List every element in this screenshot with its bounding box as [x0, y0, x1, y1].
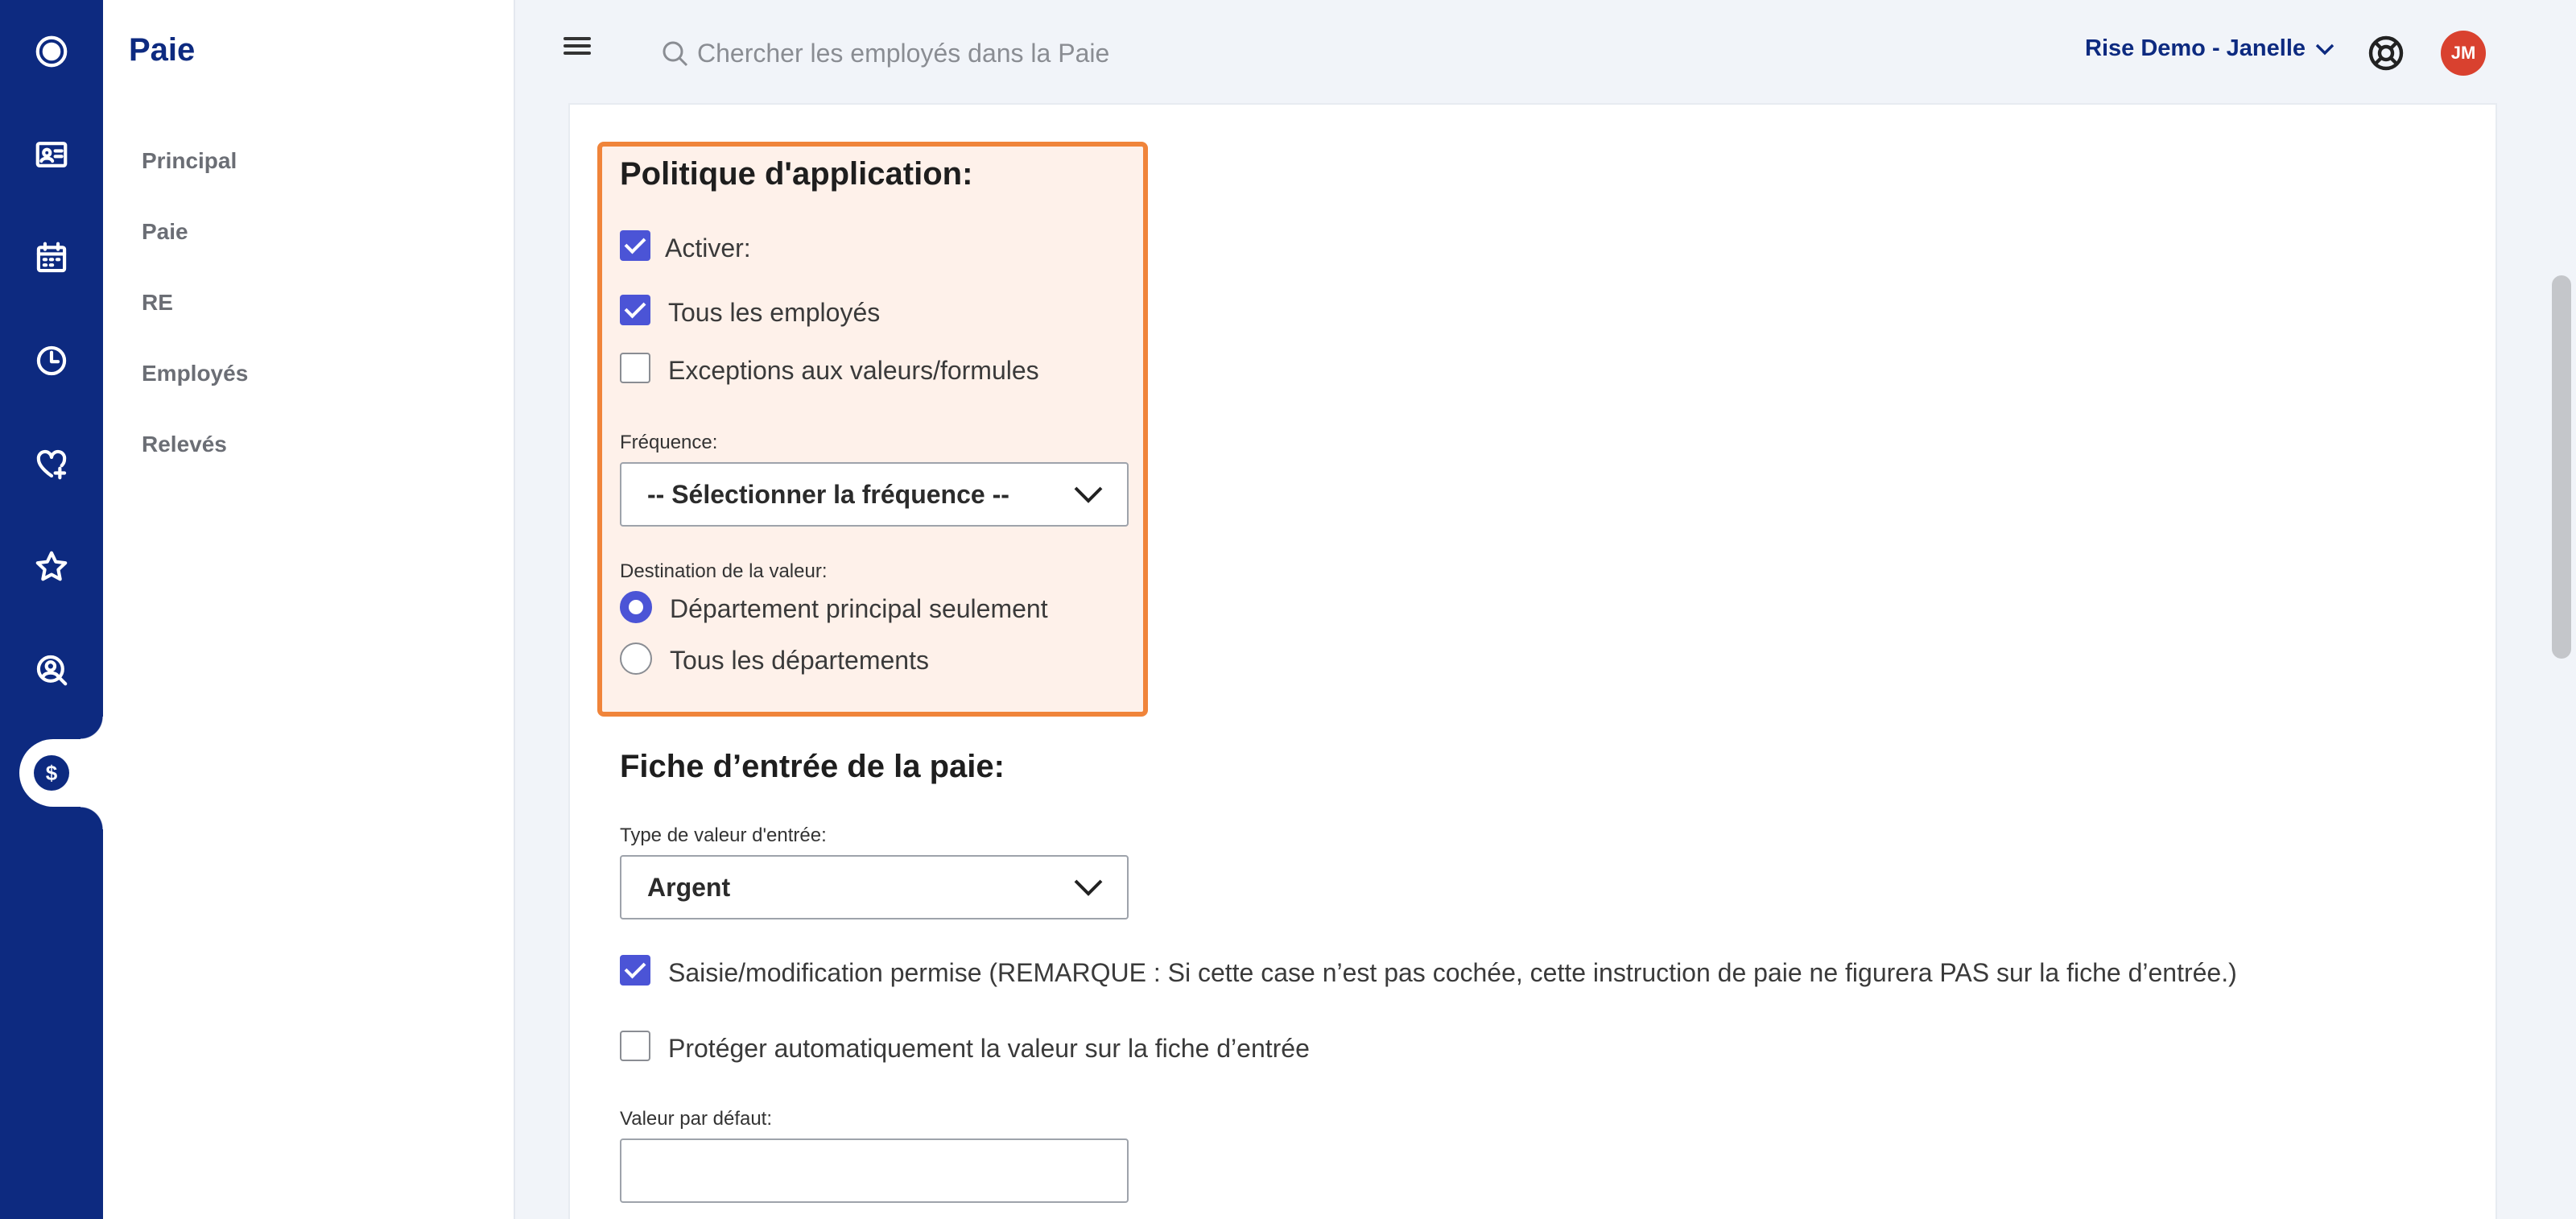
dollar-icon[interactable]: $ [34, 755, 69, 791]
sidebar-item-re[interactable]: RE [142, 290, 173, 316]
search-input[interactable] [697, 38, 1357, 68]
policy-section [597, 142, 1148, 717]
chevron-down-icon [1074, 879, 1103, 896]
side-nav: Paie Principal Paie RE Employés Relevés [103, 0, 515, 1219]
icon-rail: $ [0, 0, 103, 1219]
entry-section-title: Fiche d’entrée de la paie: [620, 749, 1005, 784]
all-employees-label: Tous les employés [668, 298, 881, 327]
entry-type-label: Type de valeur d'entrée: [620, 824, 827, 846]
all-employees-checkbox[interactable] [620, 295, 650, 325]
search-icon [663, 41, 688, 67]
company-name: Rise Demo - Janelle [2085, 35, 2306, 61]
activate-checkbox[interactable] [620, 230, 650, 261]
exceptions-label: Exceptions aux valeurs/formules [668, 356, 1039, 385]
entry-type-select[interactable]: Argent [620, 855, 1129, 919]
search-person-icon[interactable] [26, 644, 77, 696]
sidebar-item-releves[interactable]: Relevés [142, 432, 227, 457]
destination-radio-all-departments[interactable] [620, 643, 652, 675]
hamburger-icon [564, 37, 591, 40]
side-nav-title: Paie [129, 32, 196, 68]
sidebar-item-principal[interactable]: Principal [142, 148, 237, 174]
destination-label: Destination de la valeur: [620, 560, 828, 582]
sidebar-item-employes[interactable]: Employés [142, 361, 248, 386]
menu-toggle-button[interactable] [564, 37, 591, 56]
policy-title: Politique d'application: [620, 156, 973, 192]
chevron-down-icon [2315, 43, 2334, 55]
heart-plus-icon[interactable] [26, 438, 77, 490]
protect-label: Protéger automatiquement la valeur sur l… [668, 1034, 1310, 1063]
chevron-down-icon [1074, 486, 1103, 503]
protect-checkbox[interactable] [620, 1031, 650, 1061]
company-switcher[interactable]: Rise Demo - Janelle [2085, 35, 2336, 62]
sidebar-item-paie[interactable]: Paie [142, 219, 188, 245]
frequency-select[interactable]: -- Sélectionner la fréquence -- [620, 462, 1129, 527]
exceptions-checkbox[interactable] [620, 353, 650, 383]
scrollbar-thumb[interactable] [2552, 275, 2571, 659]
id-card-icon[interactable] [26, 129, 77, 180]
edit-allowed-checkbox[interactable] [620, 955, 650, 986]
default-value-input[interactable] [620, 1138, 1129, 1203]
search-bar [658, 29, 1383, 77]
frequency-select-value: -- Sélectionner la fréquence -- [647, 479, 1009, 509]
star-icon[interactable] [26, 541, 77, 593]
entry-type-select-value: Argent [647, 872, 731, 902]
clock-icon[interactable] [26, 335, 77, 386]
destination-option-all-departments: Tous les départements [670, 646, 929, 675]
edit-allowed-label: Saisie/modification permise (REMARQUE : … [668, 958, 2237, 987]
logo-icon[interactable] [26, 26, 77, 77]
destination-radio-main-department[interactable] [620, 591, 652, 623]
default-value-label: Valeur par défaut: [620, 1108, 773, 1130]
activate-label: Activer: [665, 233, 751, 262]
avatar[interactable]: JM [2441, 31, 2486, 76]
destination-option-main-department: Département principal seulement [670, 594, 1048, 623]
frequency-label: Fréquence: [620, 432, 718, 453]
calendar-icon[interactable] [26, 232, 77, 283]
help-icon[interactable] [2367, 34, 2405, 72]
